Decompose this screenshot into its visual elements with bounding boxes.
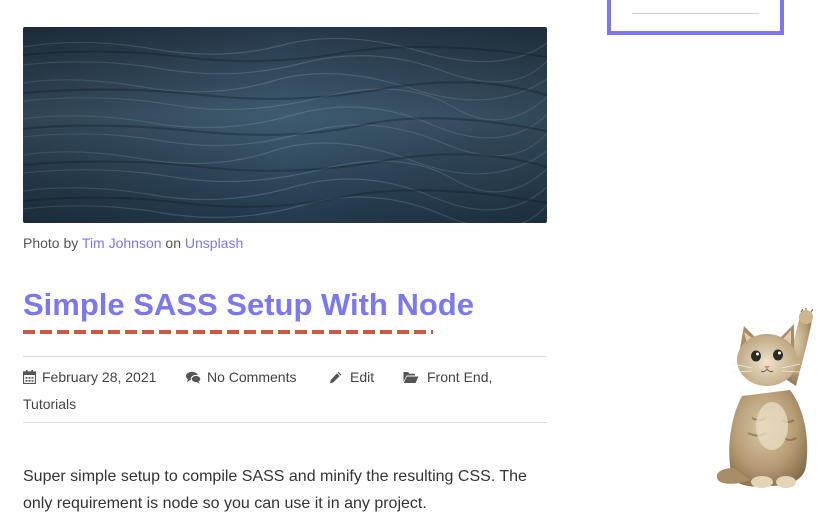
comments-link[interactable]: No Comments xyxy=(207,369,296,385)
credit-middle: on xyxy=(165,235,181,251)
photo-credit: Photo by Tim Johnson on Unsplash xyxy=(23,235,243,251)
title-dashed-underline xyxy=(23,330,433,334)
post-excerpt: Super simple setup to compile SASS and m… xyxy=(23,468,527,512)
post-comments[interactable]: No Comments xyxy=(186,369,296,385)
comments-icon xyxy=(186,371,201,384)
category-front-end-link[interactable]: Front End, xyxy=(427,369,492,385)
calendar-icon xyxy=(23,370,36,384)
post-date-text: February 28, 2021 xyxy=(42,369,157,385)
featured-image xyxy=(23,27,547,223)
category-tutorials-link[interactable]: Tutorials xyxy=(23,396,76,412)
post-edit[interactable]: Edit xyxy=(329,369,374,385)
post-date: February 28, 2021 xyxy=(23,369,156,385)
post-title[interactable]: Simple SASS Setup With Node xyxy=(23,286,474,324)
waving-kitten-illustration xyxy=(716,307,814,488)
post-meta: February 28, 2021 No Comments Edit Front… xyxy=(23,356,547,423)
ocean-water-image xyxy=(23,27,547,223)
unsplash-link[interactable]: Unsplash xyxy=(185,235,243,251)
edit-link[interactable]: Edit xyxy=(350,369,374,385)
photographer-link[interactable]: Tim Johnson xyxy=(82,235,162,251)
sidebar-widget xyxy=(607,0,784,35)
cat-image xyxy=(712,307,822,490)
post-categories: Front End, xyxy=(403,369,492,385)
credit-prefix: Photo by xyxy=(23,235,79,251)
post-category-2[interactable]: Tutorials xyxy=(23,396,76,412)
widget-divider xyxy=(632,13,759,14)
folder-open-icon xyxy=(403,371,419,384)
pencil-icon xyxy=(329,371,342,384)
